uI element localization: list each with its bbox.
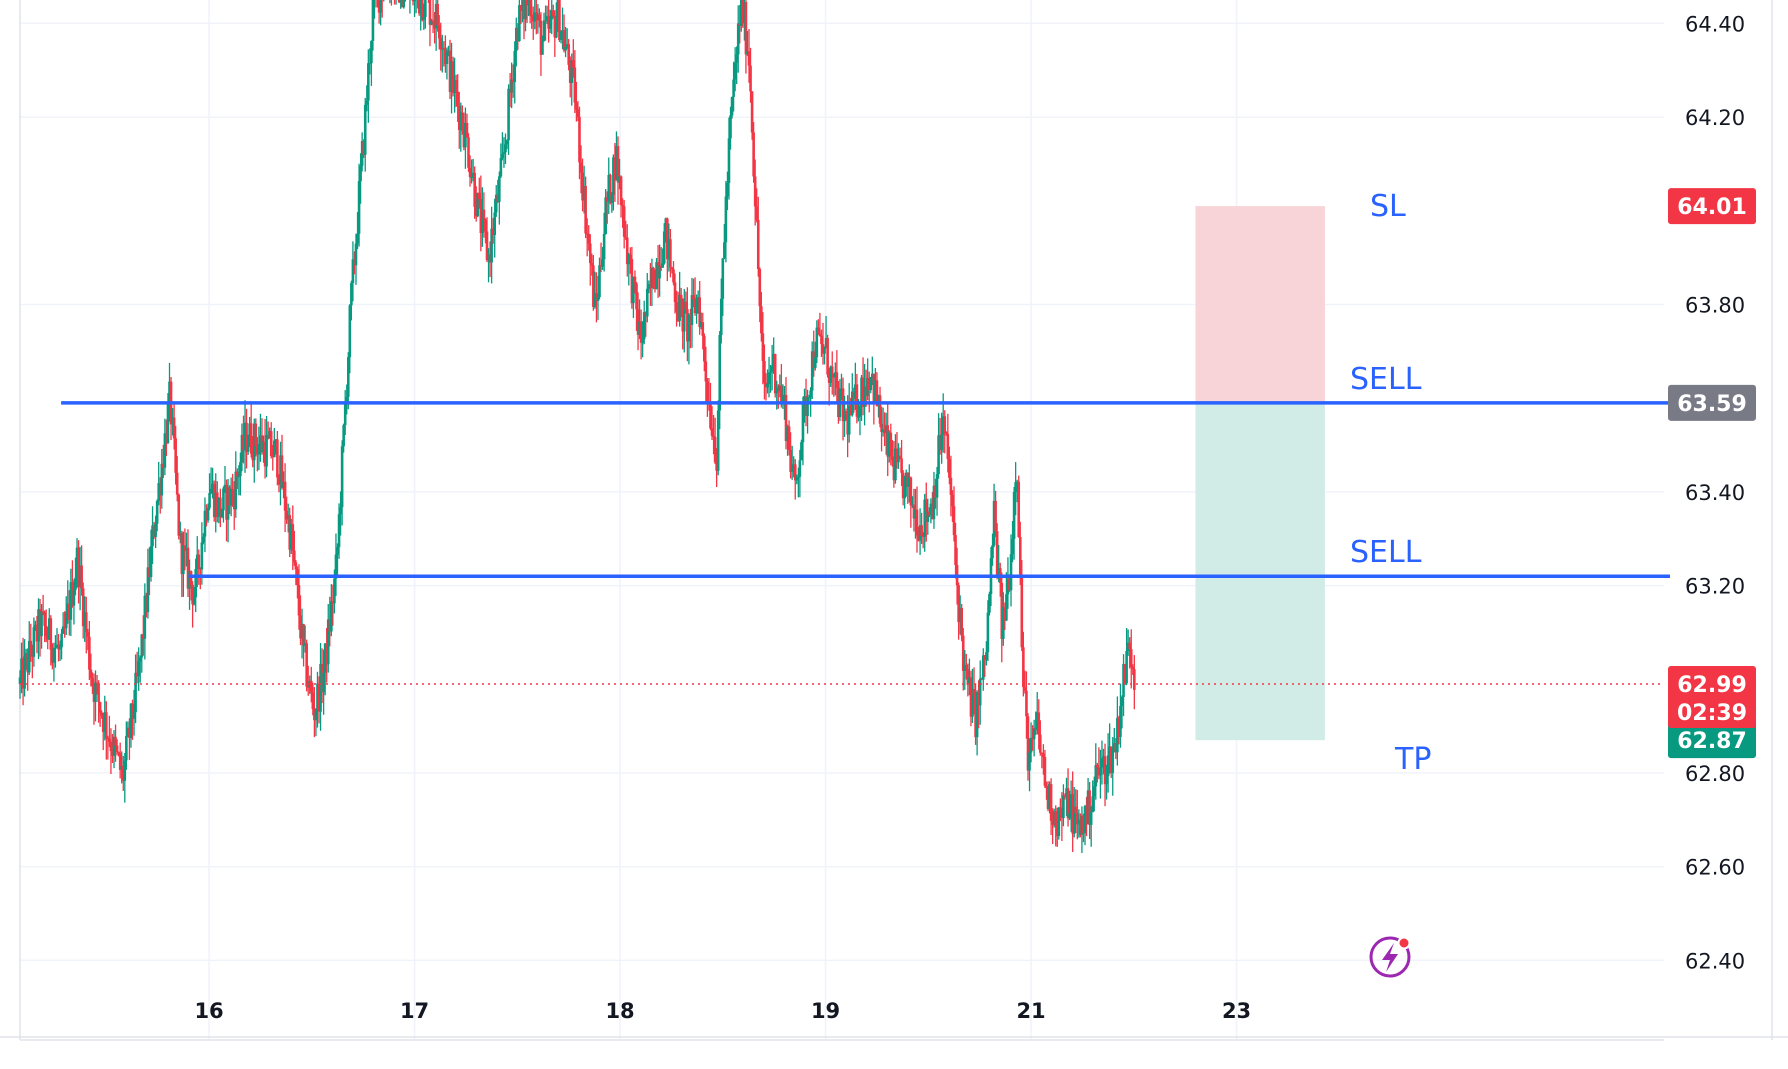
candle-body	[721, 258, 725, 299]
candle-body	[729, 115, 732, 139]
price-axis-label: 63.40	[1685, 481, 1745, 505]
candle-body	[208, 493, 211, 508]
candle-body	[276, 439, 279, 478]
price-axis-label: 64.20	[1685, 106, 1745, 130]
candle-body	[1089, 812, 1093, 825]
sell-label: SELL	[1350, 535, 1422, 570]
lightning-badge-icon[interactable]	[1369, 936, 1411, 978]
candle-body	[1133, 669, 1136, 690]
price-axis-label: 62.40	[1685, 949, 1745, 973]
candle-body	[1043, 756, 1047, 786]
candle-body	[943, 416, 947, 432]
price-axis[interactable]: 64.40 64.20 63.80 63.40 63.20 62.80 62.60 62.40	[1685, 12, 1745, 973]
price-axis-label: 64.40	[1685, 12, 1745, 36]
candle-body	[197, 554, 201, 568]
time-axis[interactable]: 16 17 18 19 21 23	[194, 999, 1251, 1023]
candle-body	[991, 545, 994, 559]
candle-body	[669, 239, 672, 268]
candle-body	[265, 435, 268, 467]
time-axis-label: 17	[400, 999, 429, 1023]
price-tag-label: 63.59	[1677, 392, 1747, 417]
sl-label: SL	[1370, 189, 1406, 224]
candle-body	[978, 678, 982, 706]
current-price-label: 62.99	[1677, 673, 1747, 698]
candle-body	[498, 176, 501, 202]
candle-body	[200, 542, 204, 570]
candle-body	[340, 446, 344, 508]
candle-body	[97, 683, 100, 702]
candle-body	[756, 219, 760, 269]
candle-body	[115, 745, 119, 753]
position-zones	[1195, 206, 1325, 741]
price-axis-label: 62.80	[1685, 762, 1745, 786]
countdown-label: 02:39	[1677, 701, 1747, 726]
time-axis-label: 16	[194, 999, 223, 1023]
annotations: SL SELL SELL TP	[1350, 189, 1431, 777]
price-tag-label: 62.87	[1677, 729, 1747, 754]
price-axis-label: 63.80	[1685, 294, 1745, 318]
tp-label: TP	[1394, 742, 1431, 777]
candle-series	[18, 0, 1136, 854]
grid-lines	[0, 0, 1788, 1041]
price-axis-label: 63.20	[1685, 575, 1745, 599]
candle-body	[125, 735, 128, 761]
price-tags: 64.01 63.59 62.87 62.99 02:39	[1668, 188, 1756, 759]
candle-body	[105, 712, 108, 738]
sell-label: SELL	[1350, 362, 1422, 397]
candle-body	[602, 233, 606, 260]
candle-body	[363, 104, 367, 155]
candle-body	[1025, 690, 1028, 717]
chart-canvas[interactable]: SL SELL SELL TP 64.40 64.20 63.80 63.40 63.20 62…	[0, 0, 1788, 1064]
horizontal-levels[interactable]	[61, 401, 1670, 578]
stop-loss-zone	[1195, 206, 1325, 403]
candle-body	[60, 633, 63, 648]
candle-body	[718, 334, 722, 411]
candle-body	[424, 0, 427, 18]
candle-body	[798, 460, 802, 477]
candle-body	[499, 158, 503, 177]
notification-dot[interactable]	[1397, 936, 1411, 950]
price-axis-label: 62.60	[1685, 856, 1745, 880]
time-axis-label: 18	[605, 999, 634, 1023]
candle-body	[1111, 749, 1115, 773]
price-tag-label: 64.01	[1677, 195, 1747, 220]
candle-body	[749, 65, 752, 92]
time-axis-label: 23	[1222, 999, 1251, 1023]
time-axis-label: 19	[811, 999, 840, 1023]
candle-body	[32, 627, 36, 657]
take-profit-zone	[1195, 402, 1325, 741]
price-chart[interactable]: SL SELL SELL TP 64.40 64.20 63.80 63.40 63.20 62…	[0, 0, 1788, 1064]
lightning-bolt[interactable]	[1382, 943, 1398, 972]
candle-body	[830, 366, 834, 374]
candle-body	[541, 40, 544, 55]
candle-body	[986, 612, 990, 653]
candle-body	[175, 472, 179, 495]
candle-body	[482, 209, 486, 220]
candle-body	[1039, 734, 1042, 753]
time-axis-label: 21	[1016, 999, 1045, 1023]
